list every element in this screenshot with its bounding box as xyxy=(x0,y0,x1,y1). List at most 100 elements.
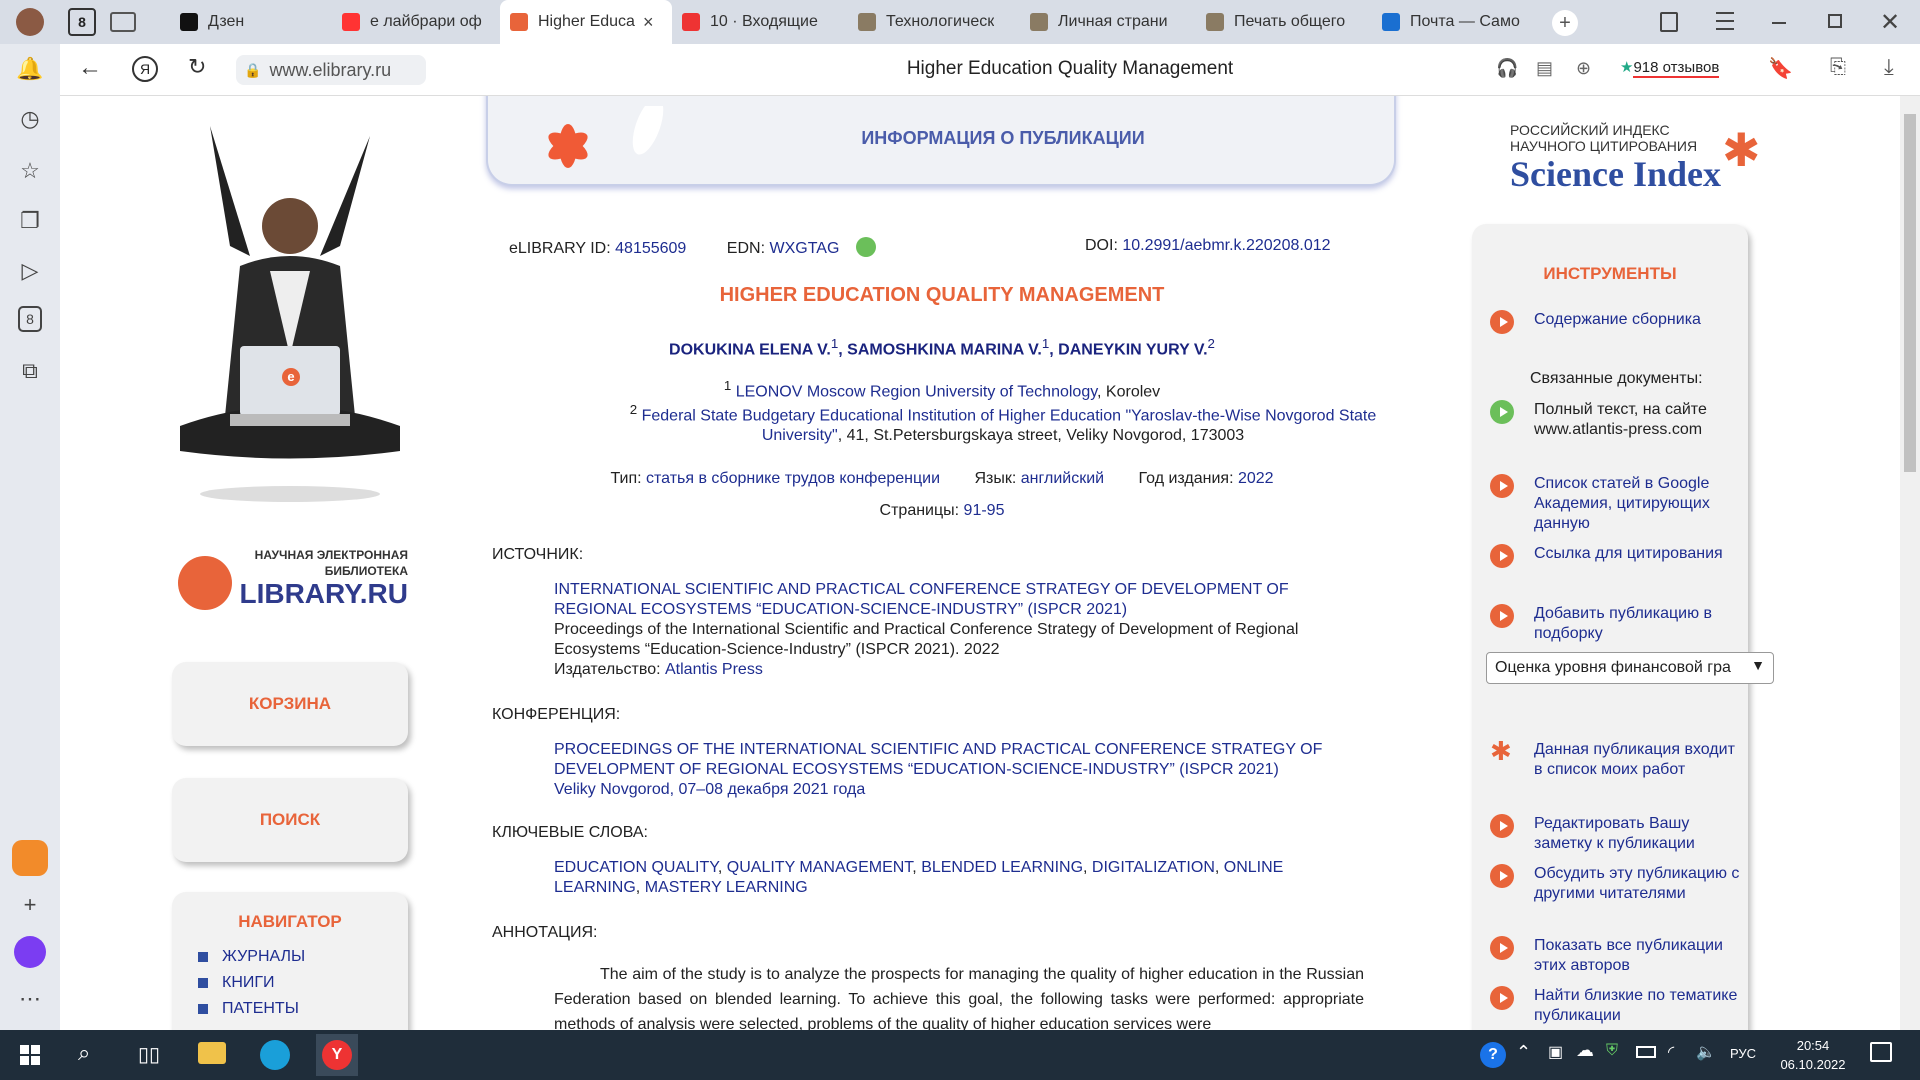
search-button[interactable]: ПОИСК xyxy=(172,778,408,862)
device-icon[interactable]: ▣ xyxy=(1548,1042,1563,1062)
cart-button[interactable]: КОРЗИНА xyxy=(172,662,408,746)
explorer-icon[interactable] xyxy=(198,1042,226,1064)
add-to-collection-link[interactable]: Добавить публикацию в подборку xyxy=(1490,604,1740,644)
doi-row: DOI: 10.2991/aebmr.k.220208.012 xyxy=(1085,237,1331,254)
reviews-button[interactable]: ★918 отзывов xyxy=(1620,58,1720,78)
author-link[interactable]: DOKUKINA ELENA V. xyxy=(669,341,831,358)
navigator-item[interactable]: ЖУРНАЛЫ xyxy=(198,946,408,968)
new-tab-group-icon[interactable] xyxy=(110,12,136,32)
download-icon[interactable]: ⤓ xyxy=(1884,54,1894,80)
reload-icon[interactable]: ↻ xyxy=(188,54,206,80)
reader-icon[interactable]: ▤ xyxy=(1536,58,1553,79)
similar-pubs-link[interactable]: Найти близкие по тематике публикации xyxy=(1490,986,1740,1026)
star-icon[interactable]: ☆ xyxy=(15,156,45,186)
keyword-link[interactable]: MASTERY LEARNING xyxy=(645,879,808,896)
tab-6[interactable]: Личная страни xyxy=(1020,0,1196,44)
elibrary-icon xyxy=(510,13,528,31)
yandex-icon xyxy=(342,13,360,31)
tab-7[interactable]: Печать общего xyxy=(1196,0,1372,44)
cite-link[interactable]: Ссылка для цитирования xyxy=(1490,544,1740,568)
affiliation-1-link[interactable]: LEONOV Moscow Region University of Techn… xyxy=(736,383,1097,400)
new-tab-button[interactable]: + xyxy=(1552,10,1578,36)
history-icon[interactable]: ◷ xyxy=(15,104,45,134)
edit-note-link[interactable]: Редактировать Вашу заметку к публикации xyxy=(1490,814,1740,854)
source-link[interactable]: INTERNATIONAL SCIENTIFIC AND PRACTICAL C… xyxy=(554,580,1364,620)
publisher-link[interactable]: Atlantis Press xyxy=(665,661,763,678)
battery-icon[interactable] xyxy=(1636,1046,1656,1058)
edn-link[interactable]: WXGTAG xyxy=(769,240,839,257)
search-icon[interactable]: ⌕ xyxy=(78,1040,90,1066)
collections-icon[interactable] xyxy=(1660,12,1678,32)
keyword-link[interactable]: BLENDED LEARNING xyxy=(921,859,1083,876)
navigator-heading: НАВИГАТОР xyxy=(238,912,342,931)
keyword-link[interactable]: QUALITY MANAGEMENT xyxy=(727,859,913,876)
more-icon[interactable]: ⋯ xyxy=(15,984,45,1014)
bell-icon[interactable]: 🔔 xyxy=(15,54,45,84)
navigator-item[interactable]: ПАТЕНТЫ xyxy=(198,998,408,1020)
google-scholar-link[interactable]: Список статей в Google Академия, цитирую… xyxy=(1490,474,1740,534)
elibrary-logo[interactable]: НАУЧНАЯ ЭЛЕКТРОННАЯ БИБЛИОТЕКА LIBRARY.R… xyxy=(178,548,414,612)
tab-2[interactable]: е лайбрари оф xyxy=(332,0,500,44)
discuss-link[interactable]: Обсудить эту публикацию с другими читате… xyxy=(1490,864,1740,904)
minimize-icon[interactable] xyxy=(1772,22,1786,24)
conference-link[interactable]: PROCEEDINGS OF THE INTERNATIONAL SCIENTI… xyxy=(554,740,1364,780)
navigator-item[interactable]: КНИГИ xyxy=(198,972,408,994)
science-index-logo[interactable]: РОССИЙСКИЙ ИНДЕКС НАУЧНОГО ЦИТИРОВАНИЯ S… xyxy=(1510,122,1770,202)
tabs-counter-button[interactable]: 8 xyxy=(68,8,96,36)
screenshot-icon[interactable]: ⧉ xyxy=(15,356,45,386)
cloud-icon[interactable]: ☁ xyxy=(1576,1040,1594,1061)
fulltext-link[interactable]: Полный текст, на сайте www.atlantis-pres… xyxy=(1490,400,1740,440)
headphones-icon[interactable]: 🎧 xyxy=(1496,58,1518,79)
close-window-icon[interactable]: ✕ xyxy=(1880,8,1900,37)
translate-icon[interactable]: ⊕ xyxy=(1576,58,1591,79)
shield-icon[interactable]: ⛨ xyxy=(1606,1042,1618,1060)
edge-icon[interactable] xyxy=(260,1040,290,1070)
keyword-link[interactable]: DIGITALIZATION xyxy=(1092,859,1215,876)
collections-panel-icon[interactable]: ❐ xyxy=(15,206,45,236)
my-works-link[interactable]: ✱ Данная публикация входит в список моих … xyxy=(1490,738,1740,780)
site-icon xyxy=(1206,13,1224,31)
clock[interactable]: 20:54 06.10.2022 xyxy=(1778,1036,1848,1074)
tab-3[interactable]: Higher Educa × xyxy=(500,0,672,44)
scrollbar[interactable] xyxy=(1900,96,1920,1030)
alice-icon[interactable] xyxy=(14,936,46,968)
bookmark-icon[interactable]: 🔖 xyxy=(1768,56,1793,81)
keyword-link[interactable]: EDUCATION QUALITY xyxy=(554,859,718,876)
profile-avatar[interactable] xyxy=(16,8,44,36)
scrollbar-thumb[interactable] xyxy=(1904,114,1916,472)
tab-1[interactable]: Дзен xyxy=(170,0,332,44)
notifications-icon[interactable] xyxy=(1870,1042,1892,1062)
share-icon[interactable]: ⎘ xyxy=(1830,56,1846,79)
yandex-button[interactable]: Я xyxy=(132,56,158,82)
restore-icon[interactable] xyxy=(1828,14,1842,28)
all-pubs-link[interactable]: Показать все публикации этих авторов xyxy=(1490,936,1740,976)
tray-up-icon[interactable]: ⌃ xyxy=(1516,1042,1531,1063)
qr-icon[interactable] xyxy=(855,237,876,257)
task-view-icon[interactable]: ▯▯ xyxy=(138,1042,160,1067)
menu-icon[interactable] xyxy=(1716,12,1734,30)
app-icon[interactable] xyxy=(12,840,48,876)
help-icon[interactable]: ? xyxy=(1480,1042,1506,1068)
add-icon[interactable]: + xyxy=(15,890,45,920)
tab-5[interactable]: Технологическ xyxy=(848,0,1020,44)
yandex-browser-icon[interactable]: Y xyxy=(316,1034,358,1076)
video-icon[interactable]: ▷ xyxy=(15,256,45,286)
doi-link[interactable]: 10.2991/aebmr.k.220208.012 xyxy=(1122,237,1330,254)
back-icon[interactable]: ← xyxy=(78,54,102,82)
author-link[interactable]: SAMOSHKINA MARINA V. xyxy=(847,341,1042,358)
collection-select[interactable]: Оценка уровня финансовой гра ▼ xyxy=(1486,652,1774,684)
badge-icon[interactable]: 8 xyxy=(18,306,42,332)
elibrary-id[interactable]: 48155609 xyxy=(615,240,686,257)
source-label: ИСТОЧНИК: xyxy=(492,546,584,563)
tab-8[interactable]: Почта — Само xyxy=(1372,0,1542,44)
close-tab-icon[interactable]: × xyxy=(643,12,654,33)
start-icon[interactable] xyxy=(20,1045,40,1065)
site-icon xyxy=(858,13,876,31)
tab-4[interactable]: 10 · Входящие xyxy=(672,0,848,44)
url-field[interactable]: 🔒 www.elibrary.ru xyxy=(236,55,426,85)
volume-icon[interactable]: 🔈 xyxy=(1696,1042,1716,1062)
author-link[interactable]: DANEYKIN YURY V. xyxy=(1058,341,1207,358)
wifi-icon[interactable]: ◜ xyxy=(1668,1042,1674,1062)
language-indicator[interactable]: РУС xyxy=(1730,1046,1756,1061)
contents-link[interactable]: Содержание сборника xyxy=(1490,310,1740,334)
